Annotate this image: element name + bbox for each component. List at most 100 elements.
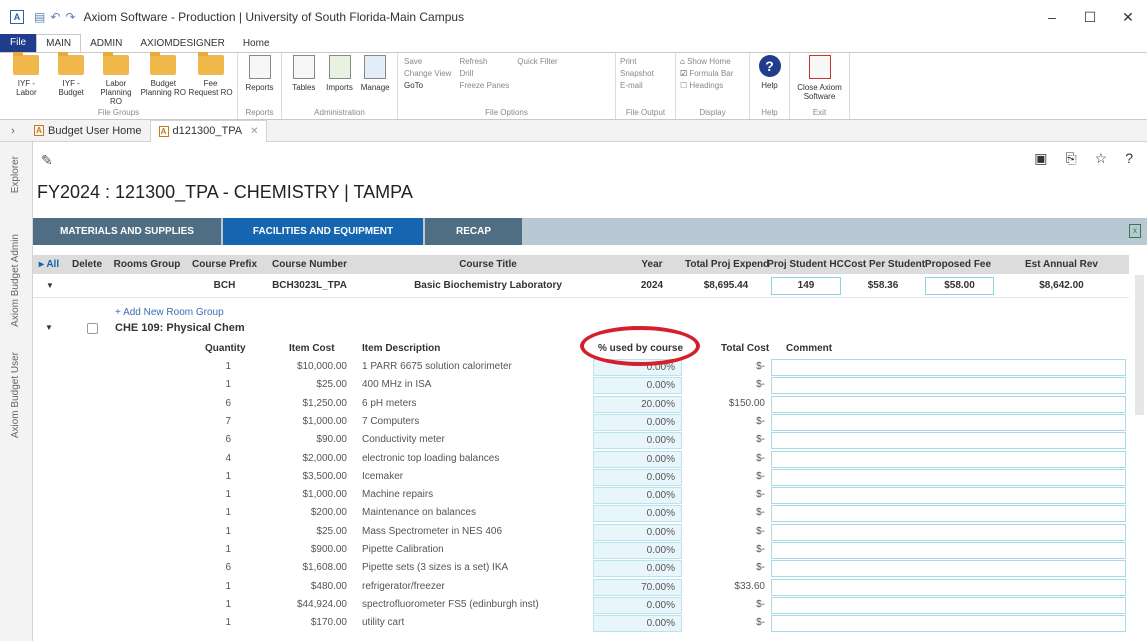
quantity-cell: 1 [225, 617, 231, 629]
room-group-checkbox[interactable] [87, 323, 98, 334]
proposed-fee-input[interactable]: $58.00 [925, 277, 994, 295]
save-option[interactable]: Save [404, 57, 451, 66]
pct-used-input[interactable]: 0.00% [593, 560, 682, 578]
print-option[interactable]: Print [620, 57, 654, 66]
total-cost-cell: $- [756, 544, 765, 555]
comment-input[interactable] [771, 413, 1126, 431]
redo-icon[interactable]: ↷ [65, 10, 75, 24]
excel-export-icon[interactable]: x [1129, 224, 1141, 238]
paperclip-icon[interactable]: ✎ [41, 152, 53, 169]
export-icon[interactable]: ⎘ [1065, 150, 1076, 167]
add-room-group-link[interactable]: + Add New Room Group [115, 307, 224, 318]
comment-input[interactable] [771, 523, 1126, 541]
tab-axiomdesigner[interactable]: AXIOMDESIGNER [131, 35, 233, 52]
close-software-icon [808, 55, 831, 79]
tab-facilities-equipment[interactable]: FACILITIES AND EQUIPMENT [223, 218, 423, 245]
group-label: File Groups [97, 108, 140, 117]
tab-home[interactable]: Home [234, 35, 279, 52]
pct-used-input[interactable]: 70.00% [593, 578, 682, 596]
pct-used-input[interactable]: 0.00% [593, 596, 682, 614]
table-row: 1 $10,000.00 1 PARR 6675 solution calorime… [33, 358, 1143, 376]
display-group: ⌂ Show Home ☑ Formula Bar ☐ Headings Dis… [676, 53, 750, 119]
comment-input[interactable] [771, 487, 1126, 505]
pct-used-input[interactable]: 0.00% [593, 505, 682, 523]
axiom-file-icon: A [34, 125, 44, 136]
pct-used-input[interactable]: 0.00% [593, 450, 682, 468]
comment-input[interactable] [771, 560, 1126, 578]
table-row: 1 $25.00 Mass Spectrometer in NES 406 $- 0.0… [33, 523, 1143, 541]
pct-used-input[interactable]: 0.00% [593, 615, 682, 633]
comment-input[interactable] [771, 505, 1126, 523]
comment-input[interactable] [771, 468, 1126, 486]
save-sheet-icon[interactable]: ▣ [1034, 150, 1047, 167]
tab-budget-user-home[interactable]: A Budget User Home [26, 120, 150, 142]
group-label: Help [761, 108, 778, 117]
column-header: Proj Student HC [767, 259, 844, 270]
tab-d121300-tpa[interactable]: A d121300_TPA ✕ [149, 119, 268, 142]
collapse-caret-icon[interactable]: ▼ [43, 274, 57, 298]
comment-input[interactable] [771, 615, 1126, 633]
table-row: 6 $1,250.00 6 pH meters $150.00 20.00% [33, 395, 1143, 413]
table-row: 1 $44,924.00 spectrofluorometer FS5 (edinb… [33, 596, 1143, 614]
tab-main[interactable]: MAIN [36, 34, 82, 52]
proj-student-hc-input[interactable]: 149 [771, 277, 841, 295]
table-row: 1 $200.00 Maintenance on balances $- 0.00% [33, 504, 1143, 523]
pct-used-input[interactable]: 20.00% [593, 395, 682, 413]
snapshot-option[interactable]: Snapshot [620, 69, 654, 78]
item-cost-cell: $900.00 [310, 544, 347, 555]
comment-input[interactable] [771, 377, 1126, 395]
change-view-option[interactable]: Change View [404, 69, 451, 78]
undo-icon[interactable]: ↶ [50, 10, 60, 24]
expand-chevron-icon[interactable]: › [0, 125, 26, 137]
freeze-panes-option[interactable]: Freeze Panes [459, 81, 509, 90]
refresh-option[interactable]: Refresh [459, 57, 509, 66]
help-circle-icon[interactable]: ? [1125, 150, 1133, 167]
tab-materials-supplies[interactable]: MATERIALS AND SUPPLIES [33, 218, 221, 245]
favorite-star-icon[interactable]: ☆ [1095, 150, 1108, 167]
help-group: ? Help Help [750, 53, 790, 119]
total-cost-cell: $150.00 [728, 397, 765, 409]
item-description-cell: Pipette Calibration [362, 544, 444, 555]
window-titlebar: A ▤ ↶ ↷ Axiom Software - Production | Un… [0, 0, 1147, 34]
goto-option[interactable]: GoTo [404, 81, 451, 90]
comment-input[interactable] [771, 450, 1126, 468]
tab-axiom-budget-admin[interactable]: Axiom Budget Admin [10, 234, 21, 327]
pct-used-input[interactable]: 0.00% [593, 377, 682, 395]
pct-used-input[interactable]: 0.00% [593, 523, 682, 541]
drill-option[interactable]: Drill [459, 69, 509, 78]
pct-used-input[interactable]: 0.00% [593, 432, 682, 450]
comment-input[interactable] [771, 542, 1126, 559]
quick-filter-option[interactable]: Quick Filter [517, 57, 557, 66]
page-title: FY2024 : 121300_TPA - CHEMISTRY | TAMPA [37, 182, 413, 202]
comment-input[interactable] [771, 359, 1126, 376]
file-groups-group: IYF - Labor IYF - Budget Labor Planning RO … [0, 52, 238, 119]
file-menu[interactable]: File [0, 34, 37, 52]
column-header: Course Prefix [191, 259, 258, 270]
maximize-button[interactable]: ☐ [1071, 0, 1109, 34]
pct-used-input[interactable]: 0.00% [593, 542, 682, 559]
save-icon[interactable]: ▤ [34, 10, 45, 24]
expand-all-toggle[interactable]: ▸ All [33, 255, 65, 274]
tab-axiom-budget-user[interactable]: Axiom Budget User [10, 352, 21, 438]
comment-input[interactable] [771, 578, 1126, 596]
pct-used-input[interactable]: 0.00% [593, 413, 682, 431]
tab-explorer[interactable]: Explorer [10, 156, 21, 193]
pct-used-input[interactable]: 0.00% [593, 487, 682, 505]
email-option[interactable]: E-mail [620, 81, 654, 90]
pct-used-input[interactable]: 0.00% [593, 468, 682, 486]
comment-input[interactable] [771, 596, 1126, 614]
formula-bar-checkbox[interactable]: ☑ Formula Bar [680, 69, 733, 78]
administration-group: Tables Imports Manage Administration [282, 53, 398, 119]
comment-input[interactable] [771, 395, 1126, 413]
close-window-button[interactable]: ✕ [1109, 0, 1147, 34]
tab-admin[interactable]: ADMIN [81, 35, 131, 52]
collapse-caret-icon[interactable]: ▼ [45, 323, 53, 332]
comment-input[interactable] [771, 432, 1126, 450]
show-home-option[interactable]: ⌂ Show Home [680, 57, 733, 66]
minimize-button[interactable]: – [1033, 0, 1071, 34]
grid-header: ▸ All Delete Rooms Group Course Prefix C… [33, 255, 1129, 274]
tab-recap[interactable]: RECAP [425, 218, 522, 245]
close-tab-icon[interactable]: ✕ [250, 126, 258, 137]
item-cost-cell: $90.00 [316, 434, 347, 446]
headings-checkbox[interactable]: ☐ Headings [680, 81, 733, 90]
